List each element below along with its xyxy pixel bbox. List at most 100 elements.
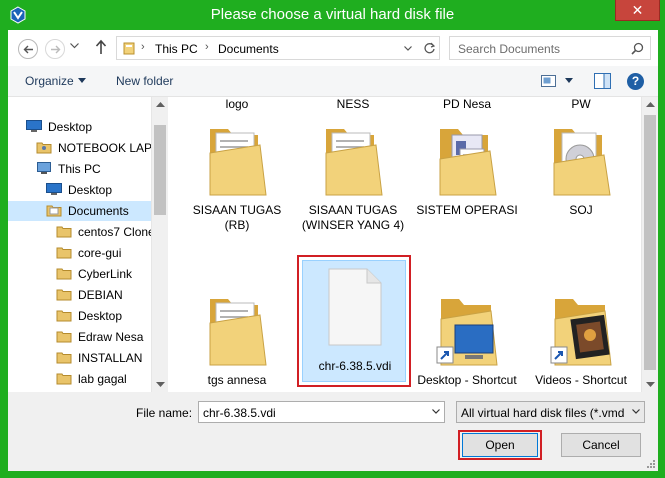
tree-item-folder[interactable]: CyberLink xyxy=(56,264,150,284)
folder-icon xyxy=(56,226,72,238)
scroll-down-arrow-icon[interactable] xyxy=(646,382,655,387)
scroll-up-arrow-icon[interactable] xyxy=(156,102,165,107)
tree-item-desktop-pc[interactable]: Desktop xyxy=(46,180,150,200)
tree-item-label: lab gagal xyxy=(78,372,127,386)
tree-item-folder[interactable]: core-gui xyxy=(56,243,150,263)
desktop-folder-icon xyxy=(46,183,62,195)
videos-shortcut-icon xyxy=(550,299,612,366)
forward-button[interactable] xyxy=(45,39,65,59)
tree-item-label: NOTEBOOK LAPT xyxy=(58,141,160,155)
close-button[interactable]: ✕ xyxy=(615,0,660,21)
up-arrow-icon[interactable] xyxy=(95,39,107,55)
navigation-bar: › This PC › Documents Search Documents xyxy=(8,30,658,66)
new-folder-button[interactable]: New folder xyxy=(116,74,173,88)
folder-item[interactable]: SISAAN TUGAS (RB) xyxy=(181,115,293,255)
tree-item-folder[interactable]: INSTALLAN xyxy=(56,348,150,368)
file-label: tgs annesa xyxy=(207,373,267,387)
tree-item-label: centos7 Clone xyxy=(78,225,155,239)
tree-item-label: Desktop xyxy=(68,183,113,197)
file-label-logo[interactable]: logo xyxy=(181,97,293,111)
selected-file-item[interactable]: chr-6.38.5.vdi xyxy=(302,260,406,382)
tree-item-folder[interactable]: centos7 Clone xyxy=(56,222,155,242)
file-name-value: chr-6.38.5.vdi xyxy=(203,406,276,420)
scrollbar-thumb[interactable] xyxy=(644,115,656,370)
folder-item[interactable]: tgs annesa xyxy=(181,287,293,387)
scroll-up-arrow-icon[interactable] xyxy=(646,102,655,107)
tree-item-label: This PC xyxy=(58,162,101,176)
search-placeholder: Search Documents xyxy=(458,42,561,56)
chevron-down-icon[interactable] xyxy=(432,409,440,414)
command-bar: Organize New folder ? xyxy=(8,66,658,97)
help-button[interactable]: ? xyxy=(627,73,644,90)
scroll-down-arrow-icon[interactable] xyxy=(156,382,165,387)
file-name-area: File name: chr-6.38.5.vdi All virtual ha… xyxy=(8,392,658,471)
file-name-input[interactable]: chr-6.38.5.vdi xyxy=(198,401,445,423)
change-view-icon[interactable] xyxy=(541,74,556,88)
folder-icon xyxy=(56,268,72,280)
tree-item-label: Desktop xyxy=(48,120,93,134)
file-type-select[interactable]: All virtual hard disk files (*.vmd xyxy=(456,401,645,423)
tree-item-label: core-gui xyxy=(78,246,122,260)
cancel-button[interactable]: Cancel xyxy=(561,433,641,457)
arrow-left-icon xyxy=(23,45,33,54)
folder-item[interactable]: SOJ xyxy=(525,115,637,255)
folder-icon xyxy=(56,373,72,385)
file-label: chr-6.38.5.vdi xyxy=(318,359,392,373)
folder-icon xyxy=(553,129,611,196)
tree-item-label: Edraw Nesa xyxy=(78,330,144,344)
address-bar[interactable]: › This PC › Documents xyxy=(116,36,440,60)
folder-icon xyxy=(56,331,72,343)
dialog-client: › This PC › Documents Search Documents O… xyxy=(8,30,658,471)
tree-item-desktop[interactable]: Desktop xyxy=(26,117,150,137)
back-button[interactable] xyxy=(18,39,38,59)
view-options-dropdown-icon[interactable] xyxy=(565,78,573,83)
breadcrumb-this-pc[interactable]: This PC xyxy=(155,42,198,56)
tree-item-folder[interactable]: Edraw Nesa xyxy=(56,327,150,347)
folder-item[interactable]: SISTEM OPERASI xyxy=(411,115,523,255)
documents-icon xyxy=(46,205,62,217)
folder-icon xyxy=(56,247,72,259)
search-input[interactable]: Search Documents xyxy=(449,36,651,60)
file-type-value: All virtual hard disk files (*.vmd xyxy=(461,406,625,420)
address-dropdown-icon[interactable] xyxy=(404,46,412,51)
preview-pane-icon[interactable] xyxy=(594,73,611,89)
refresh-icon[interactable] xyxy=(423,42,436,55)
tree-item-label: DEBIAN xyxy=(78,288,123,302)
tree-item-label: Documents xyxy=(68,204,129,218)
breadcrumb-documents[interactable]: Documents xyxy=(218,42,279,56)
tree-item-notebook-lapt[interactable]: NOTEBOOK LAPT xyxy=(36,138,159,158)
tree-item-folder[interactable]: Desktop xyxy=(56,306,150,326)
file-label: Desktop - Shortcut xyxy=(417,373,517,387)
recent-locations-dropdown-icon[interactable] xyxy=(70,43,79,49)
file-label-pw[interactable]: PW xyxy=(525,97,637,111)
chevron-down-icon xyxy=(78,78,86,83)
tree-item-documents[interactable]: Documents xyxy=(8,201,151,221)
user-folder-icon xyxy=(36,142,52,154)
folder-icon xyxy=(209,129,267,196)
tree-item-this-pc[interactable]: This PC xyxy=(36,159,150,179)
open-button[interactable]: Open xyxy=(462,433,538,457)
file-icon xyxy=(328,268,382,346)
tree-item-folder[interactable]: DEBIAN xyxy=(56,285,150,305)
tree-item-label: Desktop xyxy=(78,309,123,323)
file-label: SOJ xyxy=(569,203,593,217)
breadcrumb-separator-icon: › xyxy=(205,41,209,53)
shortcut-item[interactable]: Videos - Shortcut xyxy=(525,287,637,387)
title-bar: Please choose a virtual hard disk file ✕ xyxy=(0,0,665,30)
resize-grip-icon[interactable] xyxy=(646,459,656,469)
file-label-ness[interactable]: NESS xyxy=(297,97,409,111)
folder-item[interactable]: SISAAN TUGAS (WINSER YANG 4) xyxy=(297,115,409,255)
navigation-pane: Desktop NOTEBOOK LAPT This PC Desktop Do… xyxy=(8,97,168,392)
folder-icon xyxy=(325,129,383,196)
file-list: logo NESS PD Nesa PW SISAAN TUGAS (RB) S… xyxy=(168,97,658,392)
navigation-pane-scrollbar[interactable] xyxy=(151,97,168,392)
organize-menu[interactable]: Organize xyxy=(25,74,74,88)
file-list-scrollbar[interactable] xyxy=(641,97,658,392)
search-icon xyxy=(631,42,644,55)
tree-item-folder[interactable]: lab gagal xyxy=(56,369,150,389)
folder-icon xyxy=(439,129,497,196)
scrollbar-thumb[interactable] xyxy=(154,125,166,215)
shortcut-item[interactable]: Desktop - Shortcut xyxy=(411,287,523,387)
desktop-icon xyxy=(26,120,42,132)
file-label-pd-nesa[interactable]: PD Nesa xyxy=(411,97,523,111)
